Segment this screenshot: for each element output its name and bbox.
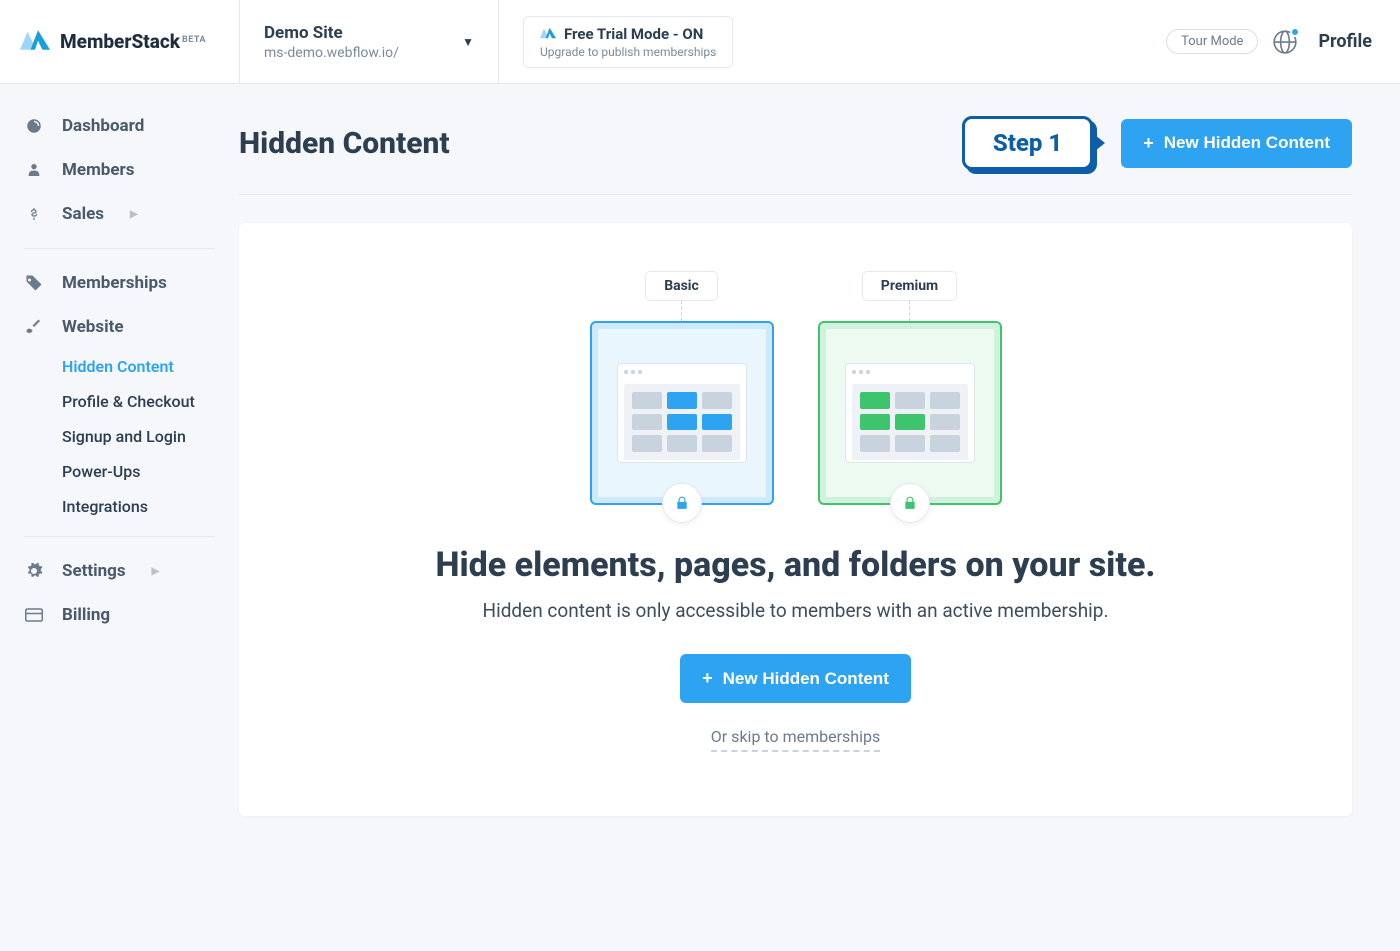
site-selector[interactable]: Demo Site ms-demo.webflow.io/ ▼	[239, 0, 499, 84]
empty-state-card: Basic	[239, 223, 1352, 816]
browser-mock-icon	[617, 363, 747, 463]
sidebar: Dashboard Members Sales ▶ Memberships We…	[0, 84, 239, 951]
lock-icon	[662, 483, 702, 523]
chevron-right-icon: ▶	[152, 566, 160, 577]
new-hidden-content-button-top[interactable]: + New Hidden Content	[1121, 119, 1352, 168]
sales-icon	[24, 205, 44, 223]
notification-dot-icon	[1290, 27, 1300, 37]
tag-icon	[24, 274, 44, 292]
subnav-profile-checkout[interactable]: Profile & Checkout	[62, 384, 239, 419]
site-url: ms-demo.webflow.io/	[264, 45, 399, 61]
nav-memberships[interactable]: Memberships	[0, 261, 239, 305]
plus-icon: +	[1143, 133, 1154, 154]
card-icon	[24, 608, 44, 622]
trial-mode-pill[interactable]: Free Trial Mode - ON Upgrade to publish …	[523, 16, 733, 68]
nav-members[interactable]: Members	[0, 148, 239, 192]
tier-premium-box	[818, 321, 1002, 505]
nav-sales[interactable]: Sales ▶	[0, 192, 239, 236]
subnav-integrations[interactable]: Integrations	[62, 489, 239, 524]
tour-mode-button[interactable]: Tour Mode	[1166, 29, 1258, 54]
chevron-right-icon: ▶	[130, 209, 138, 220]
tier-premium-label: Premium	[862, 271, 957, 301]
browser-mock-icon	[845, 363, 975, 463]
brush-icon	[24, 318, 44, 336]
hero-subtitle: Hidden content is only accessible to mem…	[279, 599, 1312, 622]
dashboard-icon	[24, 117, 44, 135]
step-badge: Step 1	[962, 116, 1093, 170]
subnav-signup-login[interactable]: Signup and Login	[62, 419, 239, 454]
nav-billing[interactable]: Billing	[0, 593, 239, 637]
trial-logo-icon	[540, 25, 556, 43]
tier-basic: Basic	[590, 271, 774, 505]
tier-basic-box	[590, 321, 774, 505]
nav-dashboard[interactable]: Dashboard	[0, 104, 239, 148]
nav-separator	[24, 248, 215, 249]
brand-beta-tag: BETA	[182, 35, 206, 45]
tier-premium: Premium	[818, 271, 1002, 505]
chevron-down-icon: ▼	[462, 35, 474, 49]
profile-link[interactable]: Profile	[1318, 31, 1372, 52]
new-hidden-content-button[interactable]: + New Hidden Content	[680, 654, 911, 703]
nav-settings[interactable]: Settings ▶	[0, 549, 239, 593]
nav-website[interactable]: Website	[0, 305, 239, 349]
hero-title: Hide elements, pages, and folders on you…	[279, 545, 1312, 585]
nav-separator	[24, 536, 215, 537]
skip-to-memberships-link[interactable]: Or skip to memberships	[711, 727, 880, 752]
tier-basic-label: Basic	[645, 271, 718, 301]
site-name: Demo Site	[264, 23, 399, 43]
brand-logo: MemberStackBETA	[0, 28, 239, 56]
gear-icon	[24, 562, 44, 580]
members-icon	[24, 161, 44, 179]
subnav-hidden-content[interactable]: Hidden Content	[62, 349, 239, 384]
lock-icon	[890, 483, 930, 523]
page-title: Hidden Content	[239, 126, 450, 161]
trial-title: Free Trial Mode - ON	[564, 25, 703, 43]
plus-icon: +	[702, 668, 713, 689]
logo-icon	[20, 28, 50, 56]
notifications-globe-icon[interactable]	[1272, 29, 1298, 55]
brand-name: MemberStack	[60, 30, 180, 53]
subnav-power-ups[interactable]: Power-Ups	[62, 454, 239, 489]
trial-subtitle: Upgrade to publish memberships	[540, 45, 716, 59]
